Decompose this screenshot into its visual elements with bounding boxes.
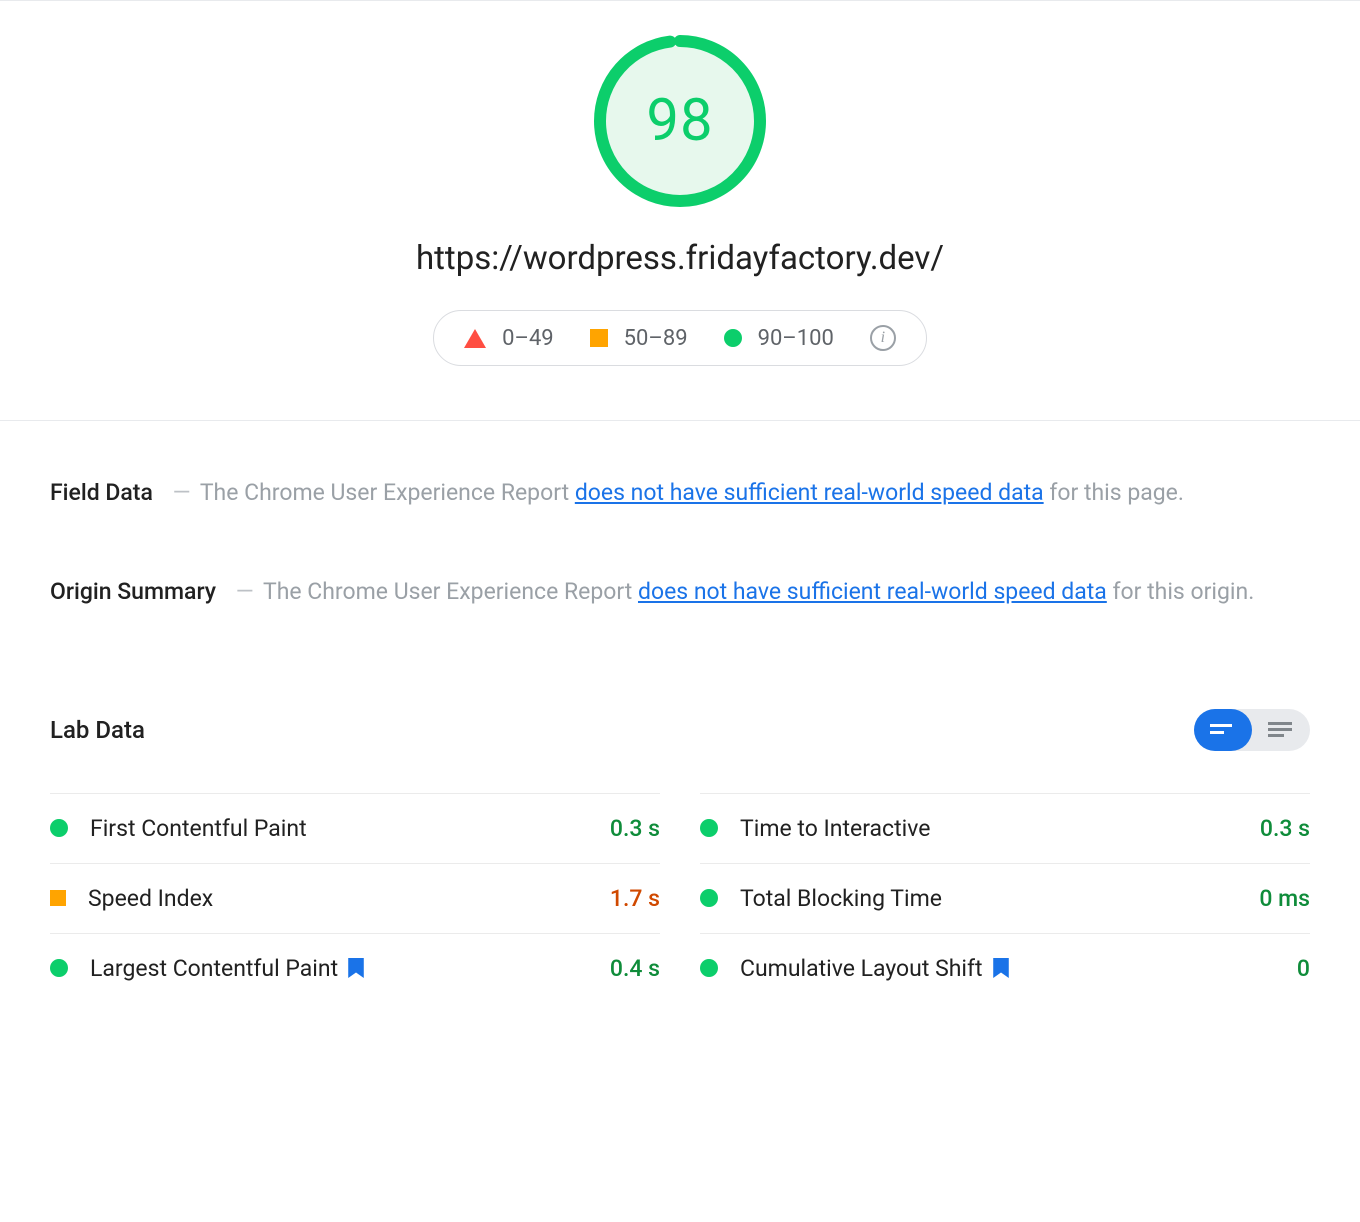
view-toggle-compact-button[interactable]: [1194, 709, 1252, 751]
metric-label: First Contentful Paint: [90, 815, 307, 842]
bars-lines-icon: [1268, 721, 1294, 739]
metric-value: 0: [1297, 955, 1310, 982]
metric-fcp[interactable]: First Contentful Paint 0.3 s: [50, 793, 660, 863]
metric-value: 0.3 s: [610, 815, 660, 842]
tested-url: https://wordpress.fridayfactory.dev/: [416, 239, 944, 278]
metric-label: Total Blocking Time: [740, 885, 942, 912]
score-value: 98: [594, 35, 766, 207]
legend-poor: 0–49: [464, 326, 554, 351]
legend-poor-range: 0–49: [502, 326, 554, 351]
legend-mid-range: 50–89: [624, 326, 688, 351]
legend-mid: 50–89: [590, 326, 688, 351]
info-icon[interactable]: i: [870, 325, 896, 351]
metric-value: 0.4 s: [610, 955, 660, 982]
metric-label: Time to Interactive: [740, 815, 930, 842]
lab-data-title: Lab Data: [50, 716, 145, 744]
view-toggle-detailed-button[interactable]: [1252, 709, 1310, 751]
metric-value: 0.3 s: [1260, 815, 1310, 842]
field-data-link[interactable]: does not have sufficient real-world spee…: [575, 479, 1044, 506]
metric-value: 0 ms: [1259, 885, 1310, 912]
metric-tti[interactable]: Time to Interactive 0.3 s: [700, 793, 1310, 863]
status-dot-green-icon: [700, 959, 718, 977]
metric-label-text: Cumulative Layout Shift: [740, 955, 983, 982]
circle-green-icon: [724, 329, 742, 347]
metric-lcp[interactable]: Largest Contentful Paint 0.4 s: [50, 933, 660, 1003]
score-gauge: 98: [594, 35, 766, 207]
square-orange-icon: [590, 329, 608, 347]
origin-summary-link[interactable]: does not have sufficient real-world spee…: [638, 578, 1107, 605]
score-header: 98 https://wordpress.fridayfactory.dev/ …: [0, 1, 1360, 420]
metric-cls[interactable]: Cumulative Layout Shift 0: [700, 933, 1310, 1003]
status-dot-green-icon: [700, 819, 718, 837]
score-legend: 0–49 50–89 90–100 i: [433, 310, 927, 366]
bars-short-icon: [1210, 722, 1236, 738]
origin-summary-section: Origin Summary — The Chrome User Experie…: [50, 574, 1310, 611]
status-dot-green-icon: [700, 889, 718, 907]
metric-label: Cumulative Layout Shift: [740, 955, 1009, 982]
metric-label: Speed Index: [88, 885, 213, 912]
dash: —: [236, 578, 254, 605]
bookmark-icon: [348, 958, 364, 978]
metric-label: Largest Contentful Paint: [90, 955, 364, 982]
field-data-prefix: The Chrome User Experience Report: [200, 479, 575, 506]
metric-label-text: Largest Contentful Paint: [90, 955, 338, 982]
metrics-grid: First Contentful Paint 0.3 s Time to Int…: [50, 793, 1310, 1003]
metric-tbt[interactable]: Total Blocking Time 0 ms: [700, 863, 1310, 933]
status-dot-green-icon: [50, 959, 68, 977]
field-data-title: Field Data: [50, 479, 153, 506]
field-data-section: Field Data — The Chrome User Experience …: [50, 475, 1310, 512]
legend-good: 90–100: [724, 326, 834, 351]
legend-good-range: 90–100: [758, 326, 834, 351]
field-data-suffix: for this page.: [1044, 479, 1184, 506]
origin-summary-title: Origin Summary: [50, 578, 216, 605]
report-body: Field Data — The Chrome User Experience …: [0, 421, 1360, 1013]
metric-value: 1.7 s: [610, 885, 660, 912]
lab-data-header: Lab Data: [50, 709, 1310, 751]
origin-summary-prefix: The Chrome User Experience Report: [263, 578, 638, 605]
status-dot-green-icon: [50, 819, 68, 837]
metric-speed-index[interactable]: Speed Index 1.7 s: [50, 863, 660, 933]
bookmark-icon: [993, 958, 1009, 978]
origin-summary-suffix: for this origin.: [1107, 578, 1254, 605]
view-toggle: [1194, 709, 1310, 751]
dash: —: [173, 479, 191, 506]
status-square-orange-icon: [50, 890, 66, 906]
triangle-red-icon: [464, 329, 486, 348]
